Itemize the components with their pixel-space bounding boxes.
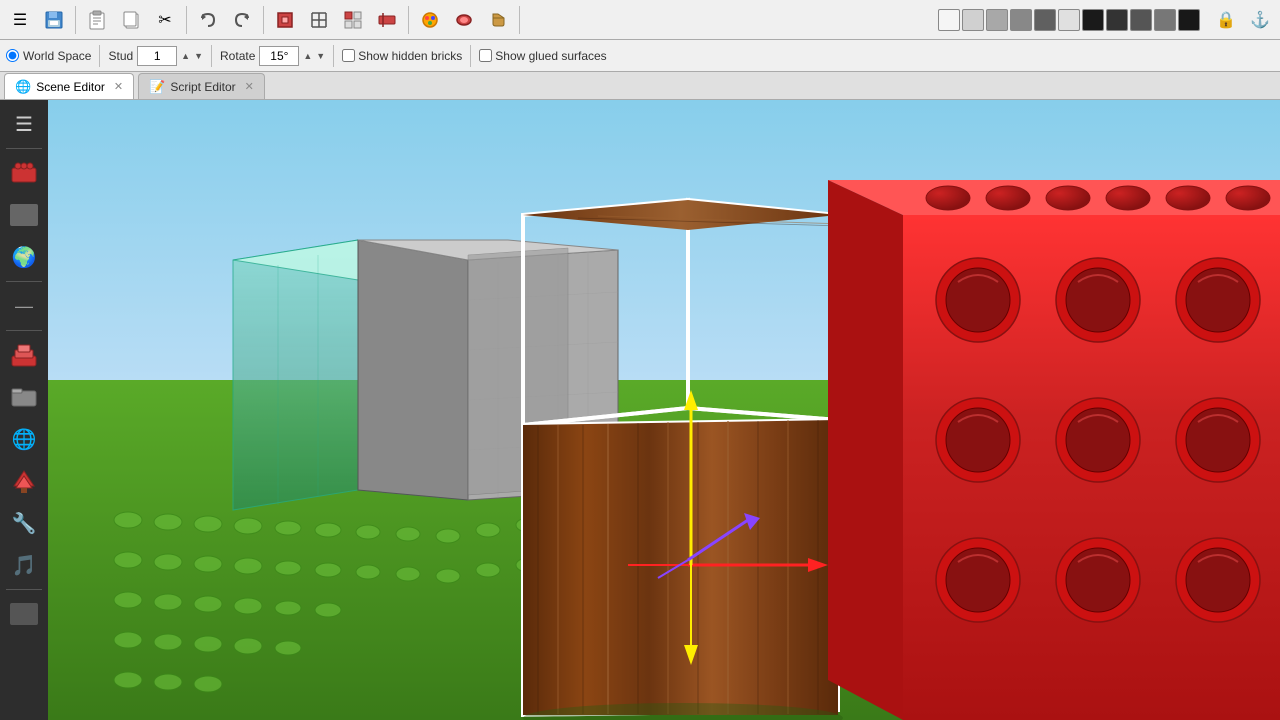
redo-button[interactable] <box>226 4 258 36</box>
main-toolbar: ☰ ✂ <box>0 0 1280 40</box>
script-editor-tab[interactable]: 📝 Script Editor ✕ <box>138 73 265 99</box>
sidebar-bottom-button[interactable] <box>4 594 44 634</box>
t2sep2 <box>211 45 212 67</box>
lock-button[interactable]: 🔒 <box>1210 4 1242 36</box>
scene-editor-tab-icon: 🌐 <box>15 79 31 95</box>
script-editor-tab-label: Script Editor <box>170 80 235 94</box>
sep1 <box>75 6 76 34</box>
show-hidden-checkbox-container: Show hidden bricks <box>342 49 462 63</box>
sidebar-brickstack-button[interactable] <box>4 335 44 375</box>
select-region-button[interactable] <box>269 4 301 36</box>
stud-label: Stud <box>108 49 133 63</box>
show-glued-label: Show glued surfaces <box>495 49 606 63</box>
sidebar-world-button[interactable]: 🌍 <box>4 237 44 277</box>
secondary-toolbar: World Space Stud 1 ▲ ▼ Rotate ▲ ▼ Show h… <box>0 40 1280 72</box>
save-button[interactable] <box>38 4 70 36</box>
sep4 <box>408 6 409 34</box>
lock-anchor-group: 🔒 ⚓ <box>1210 4 1276 36</box>
select-color-button[interactable] <box>414 4 446 36</box>
sidebar-sep3 <box>6 330 42 331</box>
swatch-d1[interactable] <box>1106 9 1128 31</box>
anchor-button[interactable]: ⚓ <box>1244 4 1276 36</box>
show-hidden-checkbox[interactable] <box>342 49 355 62</box>
sep5 <box>519 6 520 34</box>
sep3 <box>263 6 264 34</box>
sidebar-sep4 <box>6 589 42 590</box>
swatch-lgray2[interactable] <box>986 9 1008 31</box>
sidebar-brick-button[interactable] <box>4 153 44 193</box>
sidebar-sep2 <box>6 281 42 282</box>
rotate-down-arrow[interactable]: ▼ <box>316 51 325 61</box>
left-sidebar: ☰ 🌍 — 🌐 <box>0 100 48 720</box>
show-hidden-label: Show hidden bricks <box>358 49 462 63</box>
grid-button[interactable] <box>303 4 335 36</box>
t2sep1 <box>99 45 100 67</box>
sidebar-globe-button[interactable]: 🌐 <box>4 419 44 459</box>
swatch-black[interactable] <box>1082 9 1104 31</box>
menu-toggle-button[interactable]: ☰ <box>4 4 36 36</box>
view-toggle-button[interactable] <box>337 4 369 36</box>
sidebar-folder-button[interactable] <box>4 377 44 417</box>
stud-input[interactable]: 1 <box>137 46 177 66</box>
rotate-input[interactable] <box>259 46 299 66</box>
swatch-mgray[interactable] <box>1010 9 1032 31</box>
sidebar-collapse-button[interactable]: — <box>4 286 44 326</box>
clipboard-button[interactable] <box>81 4 113 36</box>
sidebar-gray-button[interactable] <box>4 195 44 235</box>
show-glued-checkbox[interactable] <box>479 49 492 62</box>
main-area: ☰ 🌍 — 🌐 <box>0 100 1280 720</box>
t2sep3 <box>333 45 334 67</box>
swatch-d2[interactable] <box>1130 9 1152 31</box>
eraser-button[interactable] <box>448 4 480 36</box>
undo-button[interactable] <box>192 4 224 36</box>
scene-svg <box>48 100 1280 720</box>
color-palette-row <box>938 9 1200 31</box>
tab-bar: 🌐 Scene Editor ✕ 📝 Script Editor ✕ <box>0 72 1280 100</box>
bucket-button[interactable] <box>482 4 514 36</box>
t2sep4 <box>470 45 471 67</box>
copy-button[interactable] <box>115 4 147 36</box>
stud-up-arrow[interactable]: ▲ <box>181 51 190 61</box>
swatch-white[interactable] <box>938 9 960 31</box>
rotate-up-arrow[interactable]: ▲ <box>303 51 312 61</box>
sidebar-sep1 <box>6 148 42 149</box>
stud-down-arrow[interactable]: ▼ <box>194 51 203 61</box>
3d-viewport[interactable] <box>48 100 1280 720</box>
swatch-gray[interactable] <box>1154 9 1176 31</box>
rotate-label: Rotate <box>220 49 255 63</box>
swatch-nearblack[interactable] <box>1178 9 1200 31</box>
cut-button[interactable]: ✂ <box>149 4 181 36</box>
scene-editor-tab-close[interactable]: ✕ <box>114 80 123 93</box>
show-glued-checkbox-container: Show glued surfaces <box>479 49 606 63</box>
sidebar-tool-button[interactable]: 🔧 <box>4 503 44 543</box>
sidebar-tree-button[interactable] <box>4 461 44 501</box>
world-space-radio[interactable] <box>6 49 19 62</box>
sidebar-music-button[interactable]: 🎵 <box>4 545 44 585</box>
red-brick-right <box>828 180 1280 720</box>
swatch-lgray1[interactable] <box>962 9 984 31</box>
script-editor-tab-icon: 📝 <box>149 79 165 95</box>
world-space-label: World Space <box>23 49 91 63</box>
scene-editor-tab[interactable]: 🌐 Scene Editor ✕ <box>4 73 134 99</box>
swatch-dgray1[interactable] <box>1034 9 1056 31</box>
swatch-offwhite[interactable] <box>1058 9 1080 31</box>
sep2 <box>186 6 187 34</box>
move-tool-button[interactable] <box>371 4 403 36</box>
scene-editor-tab-label: Scene Editor <box>36 80 105 94</box>
sidebar-menu-button[interactable]: ☰ <box>4 104 44 144</box>
script-editor-tab-close[interactable]: ✕ <box>245 80 254 93</box>
